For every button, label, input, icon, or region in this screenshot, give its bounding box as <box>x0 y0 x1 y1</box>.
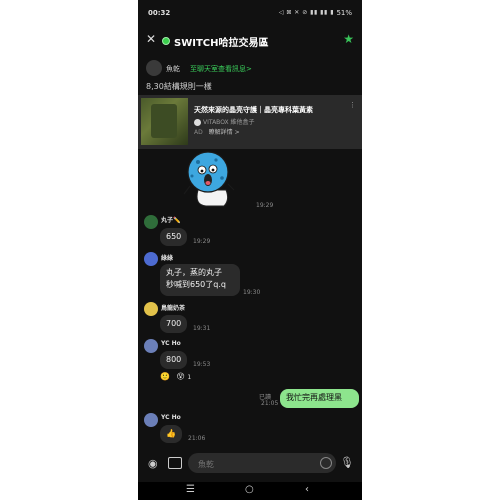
group-icon <box>162 37 170 45</box>
ad-title: 天然來源的晶亮守護｜晶亮專科葉黃素 <box>194 106 313 114</box>
reactions[interactable]: 🙂 😵 1 <box>160 372 191 384</box>
status-icons: ◁ ⊠ ✕ ⊘ ▮▮ ▮▮ ▮ <box>278 9 334 16</box>
message-time: 19:29 <box>193 238 211 245</box>
message-bubble[interactable]: 800 <box>160 351 188 369</box>
avatar[interactable] <box>144 252 158 266</box>
battery-level: 51% <box>336 9 352 17</box>
blue-creature-sticker[interactable] <box>180 150 240 210</box>
message-time: 19:31 <box>193 325 211 332</box>
avatar[interactable] <box>144 215 158 229</box>
ad-banner[interactable]: 天然來源的晶亮守護｜晶亮專科葉黃素 VITABOX 維他盒子 AD 瞭解詳情 >… <box>138 95 362 149</box>
my-message-bubble[interactable]: 我忙完再處理黑 <box>280 389 359 408</box>
more-options-icon[interactable]: ⋮ <box>349 101 356 109</box>
chat-header: ✕ SWITCH哈拉交易區 ★ <box>138 30 362 52</box>
message-field[interactable] <box>188 453 336 473</box>
message-line: 秒喊到650了q.q <box>166 280 226 289</box>
home-icon[interactable]: ○ <box>245 484 254 495</box>
message-time: 21:06 <box>188 435 206 442</box>
sender-name: 丸子✏️ <box>161 217 181 224</box>
message-time: 19:29 <box>256 202 274 209</box>
sender-name: YC Ho <box>161 414 181 421</box>
message-bubble[interactable]: 丸子，蒸的丸子 秒喊到650了q.q <box>160 264 240 296</box>
image-icon[interactable] <box>168 457 182 469</box>
mic-icon[interactable]: 🎙 <box>340 456 354 469</box>
ad-cta-row: AD 瞭解詳情 > <box>194 127 240 136</box>
input-bar: ◉ 🎙 <box>138 450 362 478</box>
avatar <box>146 60 162 76</box>
chat-title: SWITCH哈拉交易區 <box>174 38 269 49</box>
star-icon[interactable]: ★ <box>343 32 354 46</box>
avatar[interactable] <box>144 302 158 316</box>
ad-cta-link[interactable]: 瞭解詳情 > <box>209 129 240 136</box>
message-bubble[interactable]: 650 <box>160 228 188 246</box>
sticker-reaction-icon[interactable]: 😵 <box>177 372 185 381</box>
sender-name: 綠綠 <box>161 255 174 262</box>
ad-label: AD <box>194 129 203 136</box>
message-time: 21:05 <box>261 400 279 407</box>
avatar[interactable] <box>144 339 158 353</box>
ad-brand: VITABOX 維他盒子 <box>194 117 255 126</box>
sender-name: 鳥龍奶茶 <box>161 305 186 312</box>
phone-screen: 00:32 ◁ ⊠ ✕ ⊘ ▮▮ ▮▮ ▮ 51% ✕ SWITCH哈拉交易區 … <box>138 0 362 500</box>
message-bubble[interactable]: 👍 <box>160 425 182 443</box>
announcement-name: 魚乾 <box>166 65 180 73</box>
back-icon[interactable]: ‹ <box>305 484 309 495</box>
message-line: 丸子，蒸的丸子 <box>166 268 222 277</box>
announcement-bar[interactable]: 魚乾 至聊天室查看訊息> <box>146 60 354 78</box>
reaction-count: 1 <box>187 374 192 381</box>
smile-reaction-icon[interactable]: 🙂 <box>160 372 170 381</box>
sender-name: YC Ho <box>161 340 181 347</box>
status-time: 00:32 <box>148 9 171 17</box>
avatar[interactable] <box>144 413 158 427</box>
announcement-link[interactable]: 至聊天室查看訊息> <box>190 64 252 74</box>
message-time: 19:30 <box>243 289 261 296</box>
system-nav-bar: ☰ ○ ‹ <box>138 482 362 500</box>
message-bubble[interactable]: 700 <box>160 315 188 333</box>
recent-apps-icon[interactable]: ☰ <box>186 484 195 495</box>
message-time: 19:53 <box>193 361 211 368</box>
close-icon[interactable]: ✕ <box>146 32 156 46</box>
camera-icon[interactable]: ◉ <box>148 457 158 470</box>
emoji-icon[interactable] <box>320 457 332 469</box>
pinned-text: 8,30結構規則一樣 <box>146 82 212 91</box>
status-bar: 00:32 ◁ ⊠ ✕ ⊘ ▮▮ ▮▮ ▮ 51% <box>138 0 362 24</box>
ad-thumbnail <box>141 98 188 145</box>
message-input[interactable] <box>196 456 312 472</box>
brand-logo-icon <box>194 119 201 126</box>
